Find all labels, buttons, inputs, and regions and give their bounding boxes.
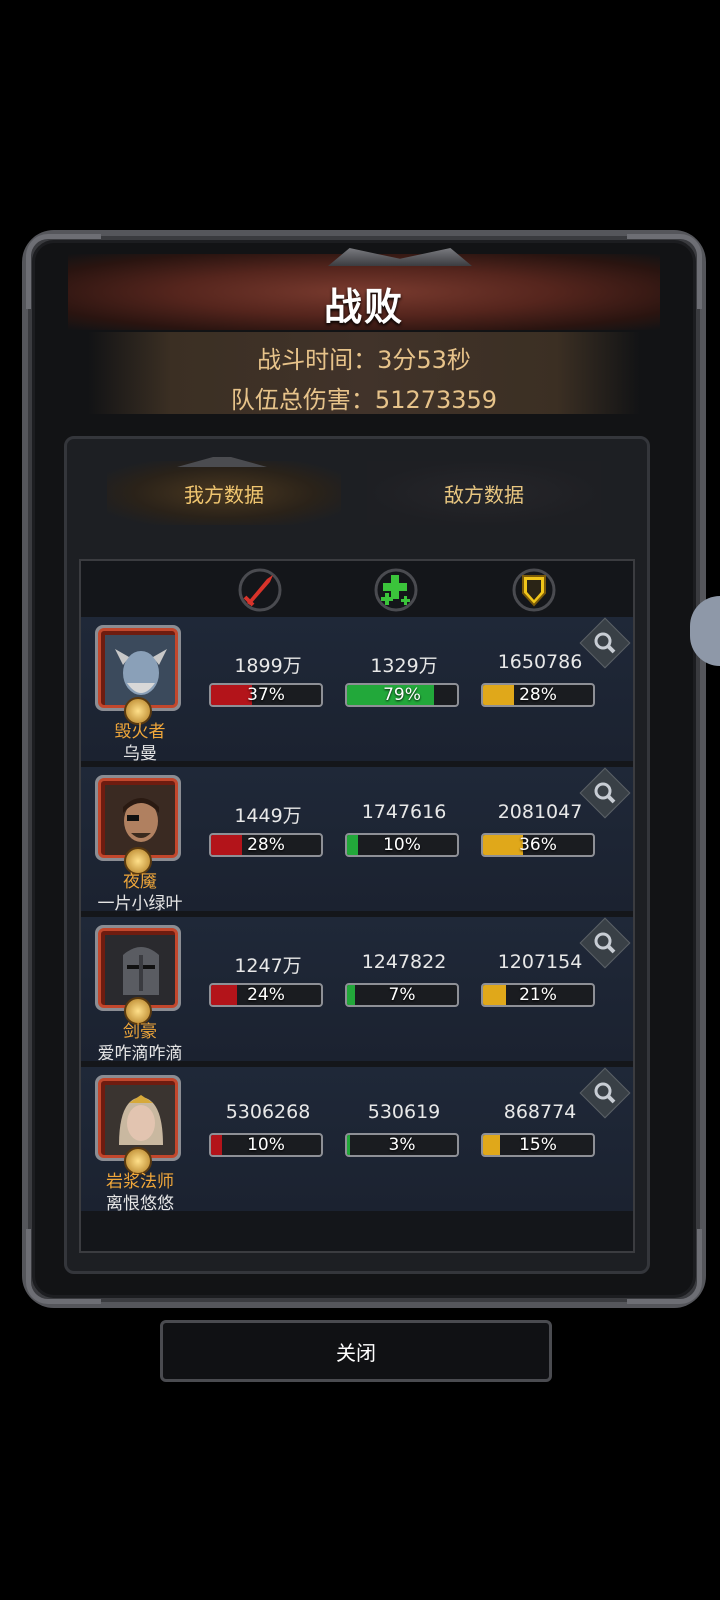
heal-percent: 7% <box>388 985 416 1005</box>
tank-percent: 28% <box>519 685 557 705</box>
heal-value: 530619 <box>367 1101 441 1123</box>
tank-bar: 21% <box>481 983 595 1007</box>
damage-percent: 24% <box>247 985 285 1005</box>
sword-icon <box>237 567 283 613</box>
shield-icon <box>511 567 557 613</box>
tank-bar: 28% <box>481 683 595 707</box>
damage-value: 1449万 <box>234 805 302 827</box>
player-name: 爱咋滴咋滴 <box>97 1044 183 1064</box>
tab-enemy-team-label: 敌方数据 <box>444 482 524 507</box>
damage-value: 5306268 <box>225 1101 311 1123</box>
heal-bar: 79% <box>345 683 459 707</box>
damage-bar: 28% <box>209 833 323 857</box>
table-row: 夜魇 一片小绿叶 1449万 28% 1747616 10% 2081047 3… <box>81 767 633 914</box>
stats-panel: 我方数据 敌方数据 毁火者 乌曼 1899万 37% 1329万 79% 165… <box>64 436 650 1274</box>
player-name: 乌曼 <box>123 744 157 764</box>
tank-percent: 15% <box>519 1135 557 1155</box>
heal-percent: 3% <box>388 1135 416 1155</box>
close-button[interactable]: 关闭 <box>160 1320 552 1382</box>
damage-percent: 10% <box>247 1135 285 1155</box>
title-ornament <box>328 248 472 266</box>
heal-bar: 10% <box>345 833 459 857</box>
tank-bar: 36% <box>481 833 595 857</box>
heal-percent: 10% <box>383 835 421 855</box>
player-name: 离恨悠悠 <box>106 1194 174 1214</box>
heal-value: 1747616 <box>361 801 447 823</box>
tank-percent: 21% <box>519 985 557 1005</box>
heal-cross-icon <box>373 567 419 613</box>
heal-bar: 7% <box>345 983 459 1007</box>
table-row: 剑豪 爱咋滴咋滴 1247万 24% 1247822 7% 1207154 21… <box>81 917 633 1064</box>
tab-enemy-team[interactable]: 敌方数据 <box>367 461 601 525</box>
stats-table: 毁火者 乌曼 1899万 37% 1329万 79% 1650786 28% 夜… <box>79 559 635 1253</box>
table-row: 毁火者 乌曼 1899万 37% 1329万 79% 1650786 28% <box>81 617 633 764</box>
heal-value: 1329万 <box>370 655 438 677</box>
damage-percent: 37% <box>247 685 285 705</box>
heal-bar: 3% <box>345 1133 459 1157</box>
defeat-dialog: 战败 战斗时间：3分53秒 队伍总伤害：51273359 我方数据 敌方数据 毁… <box>26 234 702 1304</box>
battle-time: 战斗时间：3分53秒 <box>257 346 471 374</box>
tank-value: 868774 <box>503 1101 577 1123</box>
tab-my-team[interactable]: 我方数据 <box>107 461 341 525</box>
tank-value: 1650786 <box>497 651 583 673</box>
heal-percent: 79% <box>383 685 421 705</box>
battle-summary: 战斗时间：3分53秒 队伍总伤害：51273359 <box>88 332 640 414</box>
tank-value: 2081047 <box>497 801 583 823</box>
table-row: 岩浆法师 离恨悠悠 5306268 10% 530619 3% 868774 1… <box>81 1067 633 1214</box>
damage-bar: 37% <box>209 683 323 707</box>
damage-percent: 28% <box>247 835 285 855</box>
tank-percent: 36% <box>519 835 557 855</box>
player-name: 一片小绿叶 <box>97 894 183 914</box>
damage-value: 1247万 <box>234 955 302 977</box>
team-total-damage: 队伍总伤害：51273359 <box>230 386 498 414</box>
dialog-title: 战败 <box>323 285 404 329</box>
tab-my-team-label: 我方数据 <box>184 482 264 507</box>
heal-value: 1247822 <box>361 951 447 973</box>
tank-bar: 15% <box>481 1133 595 1157</box>
title-banner: 战败 <box>68 248 660 330</box>
damage-bar: 24% <box>209 983 323 1007</box>
tank-value: 1207154 <box>497 951 583 973</box>
damage-bar: 10% <box>209 1133 323 1157</box>
close-button-label: 关闭 <box>336 1340 376 1365</box>
damage-value: 1899万 <box>234 655 302 677</box>
